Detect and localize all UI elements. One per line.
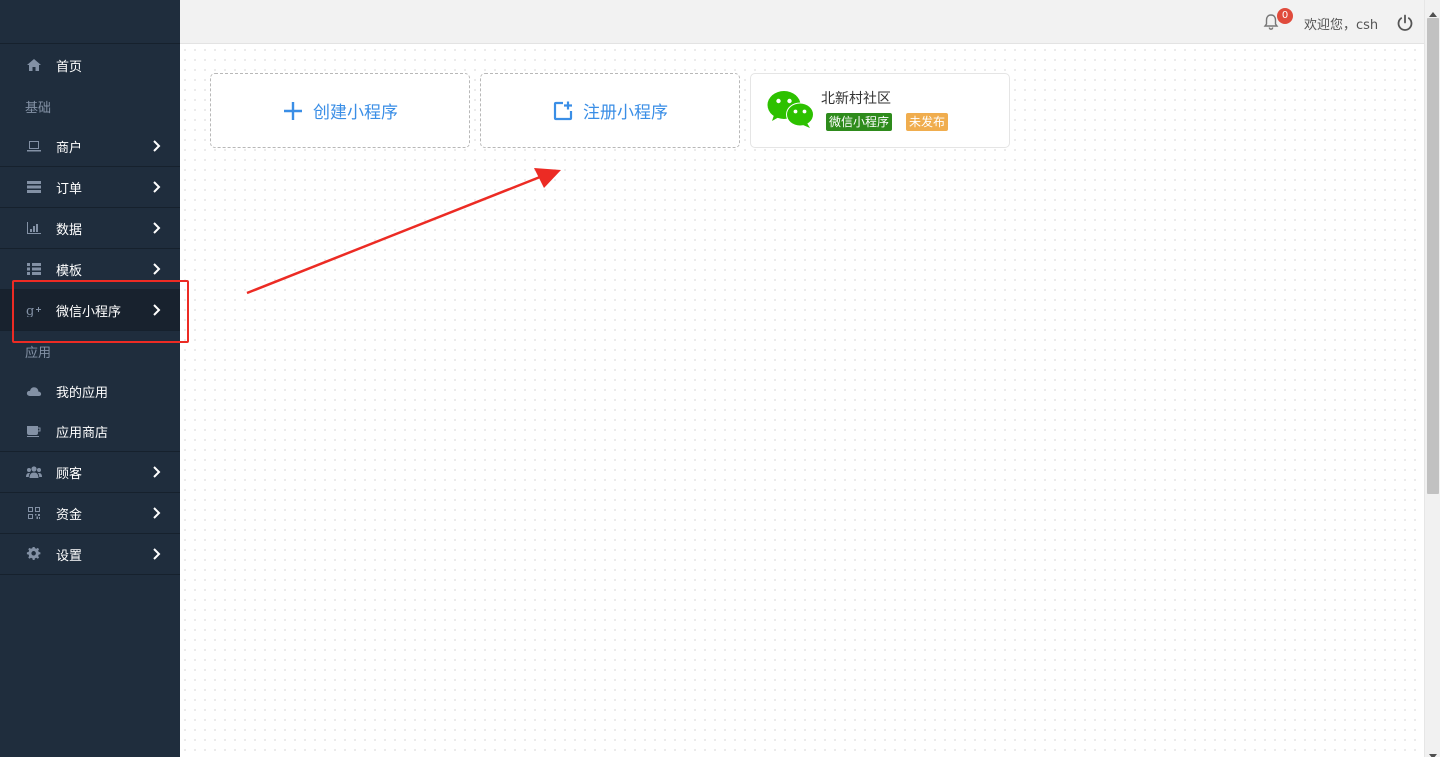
sidebar-item-app-store[interactable]: 应用商店 — [0, 411, 180, 452]
sidebar-item-label: 顾客 — [56, 466, 83, 482]
list-icon — [25, 180, 43, 194]
section-label-apps: 应用 — [25, 345, 52, 361]
sidebar-item-label: 我的应用 — [56, 385, 109, 401]
sidebar-item-label: 设置 — [56, 548, 83, 564]
cloud-icon — [25, 384, 43, 398]
sidebar: 首页 基础 商户 订单 数据 模板 g 微信小程序 应用 我的应用 应用商店 顾… — [0, 0, 180, 757]
sidebar-item-label: 微信小程序 — [56, 304, 122, 320]
sidebar-item-templates[interactable]: 模板 — [0, 249, 180, 290]
sidebar-item-orders[interactable]: 订单 — [0, 167, 180, 208]
register-miniprogram-label: 注册小程序 — [583, 103, 668, 123]
notification-badge: 0 — [1277, 8, 1293, 24]
section-label-basic: 基础 — [25, 100, 52, 116]
sidebar-item-label: 首页 — [56, 59, 83, 75]
laptop-icon — [25, 139, 43, 153]
chevron-right-icon — [152, 222, 162, 234]
sidebar-item-merchant[interactable]: 商户 — [0, 126, 180, 167]
qrcode-icon — [25, 506, 43, 520]
miniprogram-app-card[interactable]: 北新村社区 微信小程序 未发布 — [750, 73, 1010, 148]
sidebar-item-label: 资金 — [56, 507, 83, 523]
sidebar-item-home[interactable]: 首页 — [0, 44, 180, 86]
scroll-up-arrow-icon[interactable] — [1428, 4, 1438, 17]
chevron-right-icon — [152, 507, 162, 519]
sidebar-item-data[interactable]: 数据 — [0, 208, 180, 249]
main-content: 创建小程序 注册小程序 北新村社区 微信小程序 未发布 — [180, 45, 1424, 757]
sidebar-item-label: 商户 — [56, 140, 83, 156]
sidebar-item-settings[interactable]: 设置 — [0, 534, 180, 575]
create-miniprogram-label: 创建小程序 — [313, 103, 398, 123]
create-miniprogram-card[interactable]: 创建小程序 — [210, 73, 470, 148]
chevron-right-icon — [152, 304, 162, 316]
chevron-right-icon — [152, 548, 162, 560]
sidebar-item-label: 模板 — [56, 263, 83, 279]
app-type-badge: 微信小程序 — [826, 113, 893, 131]
scrollbar-thumb[interactable] — [1427, 18, 1439, 494]
plus-icon — [282, 100, 304, 122]
home-icon — [25, 58, 43, 72]
status-badge: 未发布 — [906, 113, 949, 131]
users-icon — [25, 465, 43, 479]
gear-icon — [25, 547, 43, 561]
coffee-icon — [25, 424, 43, 438]
svg-text:g: g — [26, 304, 34, 317]
app-name: 北新村社区 — [821, 91, 891, 107]
chevron-right-icon — [152, 181, 162, 193]
sidebar-item-label: 数据 — [56, 222, 83, 238]
sidebar-item-my-apps[interactable]: 我的应用 — [0, 371, 180, 411]
vertical-scrollbar[interactable] — [1424, 0, 1440, 757]
sidebar-item-funds[interactable]: 资金 — [0, 493, 180, 534]
google-plus-icon: g — [25, 303, 43, 317]
sidebar-item-wechat-miniprogram[interactable]: g 微信小程序 — [0, 290, 180, 331]
scroll-down-arrow-icon[interactable] — [1428, 745, 1438, 757]
sidebar-item-label: 订单 — [56, 181, 83, 197]
power-icon[interactable] — [1396, 14, 1414, 32]
sidebar-logo-area — [0, 0, 180, 44]
sidebar-item-customers[interactable]: 顾客 — [0, 452, 180, 493]
chevron-right-icon — [152, 140, 162, 152]
list-ul-icon — [25, 262, 43, 276]
chevron-right-icon — [152, 263, 162, 275]
add-square-icon — [552, 100, 574, 122]
bar-chart-icon — [25, 221, 43, 235]
top-bar: 0 欢迎您，csh — [180, 0, 1440, 44]
welcome-text: 欢迎您，csh — [1304, 18, 1379, 33]
register-miniprogram-card[interactable]: 注册小程序 — [480, 73, 740, 148]
sidebar-item-label: 应用商店 — [56, 425, 109, 441]
chevron-right-icon — [152, 466, 162, 478]
wechat-icon — [766, 87, 816, 131]
